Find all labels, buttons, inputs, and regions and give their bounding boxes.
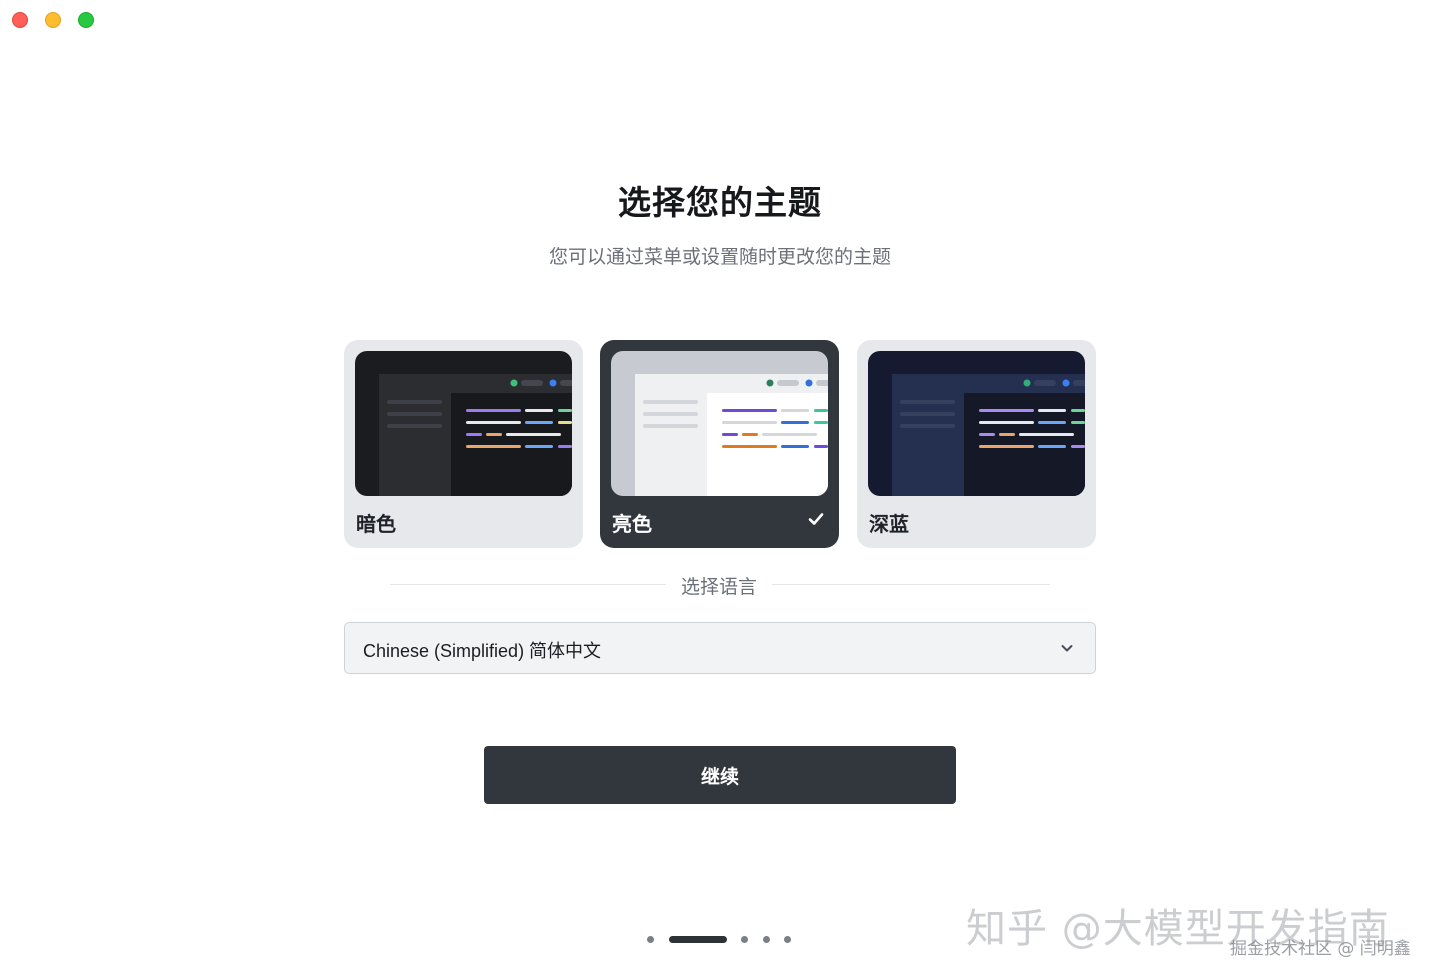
- theme-card-light[interactable]: 亮色: [600, 340, 839, 548]
- language-divider: 选择语言: [390, 572, 1050, 598]
- theme-preview-light: [611, 351, 828, 496]
- language-select-value: Chinese (Simplified) 简体中文: [363, 641, 602, 661]
- theme-options: 暗色 亮色 深蓝: [344, 340, 1096, 548]
- theme-label-light: 亮色: [612, 512, 652, 536]
- page-subtitle: 您可以通过菜单或设置随时更改您的主题: [548, 246, 891, 268]
- chevron-down-icon: [1061, 645, 1073, 652]
- theme-preview-dark: [355, 351, 572, 496]
- continue-button[interactable]: 继续: [484, 746, 956, 804]
- check-icon: [808, 513, 824, 525]
- zoom-window-button[interactable]: [78, 12, 94, 28]
- theme-label-deep-blue: 深蓝: [869, 512, 909, 536]
- close-window-button[interactable]: [12, 12, 28, 28]
- language-section-label: 选择语言: [680, 576, 757, 598]
- page-title: 选择您的主题: [618, 183, 822, 222]
- watermark-sub: 掘金技术社区 @ 闫明鑫: [1230, 939, 1411, 959]
- page-dot-1[interactable]: [647, 936, 654, 943]
- theme-label-dark: 暗色: [356, 512, 396, 536]
- language-select[interactable]: Chinese (Simplified) 简体中文: [344, 622, 1096, 674]
- theme-card-deep-blue[interactable]: 深蓝: [857, 340, 1096, 548]
- theme-preview-deep-blue: [868, 351, 1085, 496]
- minimize-window-button[interactable]: [45, 12, 61, 28]
- window-controls: [12, 12, 94, 28]
- page-dot-2-active[interactable]: [669, 936, 727, 943]
- page-dot-4[interactable]: [763, 936, 770, 943]
- divider-line-right: [772, 584, 1050, 585]
- page-dot-3[interactable]: [741, 936, 748, 943]
- theme-card-dark[interactable]: 暗色: [344, 340, 583, 548]
- divider-line-left: [390, 584, 666, 585]
- page-dot-5[interactable]: [784, 936, 791, 943]
